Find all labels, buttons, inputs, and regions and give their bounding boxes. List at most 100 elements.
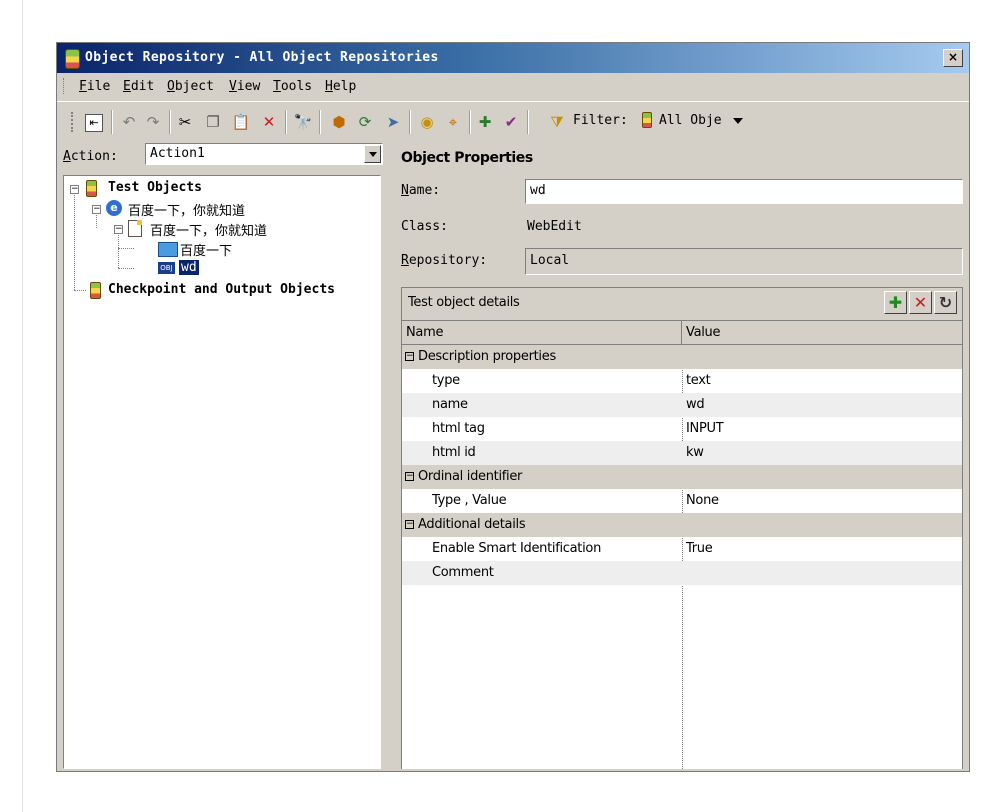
tree-item-checkpoints[interactable]: Checkpoint and Output Objects [108,282,335,297]
copy-icon[interactable]: ❐ [203,112,223,132]
action-value: Action1 [150,146,205,161]
add-object-icon[interactable]: ⬢ [329,112,349,132]
web-button-icon [158,242,178,257]
table-row[interactable]: Comment [402,561,962,585]
remove-property-icon[interactable]: ✕ [909,291,932,314]
column-header-value[interactable]: Value [682,321,962,345]
add-checkpoint-icon[interactable]: ✚ [475,112,495,132]
tree-line [74,290,86,291]
window-title: Object Repository - All Object Repositor… [85,50,439,65]
collapse-icon[interactable]: − [405,472,414,481]
name-field[interactable]: wd [525,179,963,204]
checkpoint-repository-icon [90,282,101,299]
undo-icon[interactable]: ↶ [119,112,139,132]
filter-value: All Obje [659,113,722,128]
delete-icon[interactable]: ✕ [259,112,279,132]
table-row[interactable]: Enable Smart Identification True [402,537,962,561]
repository-value: Local [530,253,570,268]
menu-object[interactable]: Object [167,79,214,94]
property-value: kw [686,445,704,460]
refresh-icon[interactable]: ↻ [934,291,957,314]
filter-dropdown[interactable]: All Obje [637,109,745,133]
toolbar-separator [527,110,529,134]
update-icon[interactable]: ⟳ [355,112,375,132]
toolbar-separator [409,110,411,134]
property-name: Enable Smart Identification [432,541,602,556]
object-properties-title: Object Properties [401,150,533,166]
action-label: Action: [63,149,118,164]
name-label: Name: [401,183,441,198]
tree-line [118,248,134,249]
column-header-name[interactable]: Name [402,321,682,345]
toolbar: ⇤ ↶ ↷ ✂ ❐ 📋 ✕ 🔭 ⬢ ⟳ ➤ ◉ ⌖ ✚ ✔ ⧩ Filter: … [57,101,969,140]
table-row[interactable]: html id kw [402,441,962,465]
toolbar-separator [469,110,471,134]
toolbar-separator [285,110,287,134]
menu-grip [63,78,66,94]
tree-line [118,232,119,268]
group-description-properties[interactable]: − Description properties [402,345,962,369]
close-button[interactable]: × [943,49,963,67]
collapse-icon[interactable]: − [405,352,414,361]
property-name: type [432,373,460,388]
object-tree: − Test Objects − e 百度一下，你就知道 − 百度一下，你就知道… [63,175,381,769]
group-label: Additional details [418,517,526,532]
add-property-icon[interactable]: ✚ [884,291,907,314]
tree-item-button[interactable]: 百度一下 [180,240,232,259]
browser-icon: e [106,200,122,216]
group-ordinal-identifier[interactable]: − Ordinal identifier [402,465,962,489]
find-icon[interactable]: 🔭 [293,112,313,132]
properties-grid: Name Value − Description properties type… [402,320,962,769]
chevron-down-icon[interactable] [364,145,381,163]
chevron-down-icon[interactable] [733,118,743,124]
details-header: Test object details ✚ ✕ ↻ [402,288,962,318]
checkpoint-icon[interactable]: ✔ [501,112,521,132]
table-row[interactable]: type text [402,369,962,393]
property-name: Comment [432,565,494,580]
tree-item-browser[interactable]: 百度一下，你就知道 [128,200,245,219]
table-row[interactable]: Type , Value None [402,489,962,513]
object-repository-window: Object Repository - All Object Repositor… [56,42,970,772]
toolbar-separator [169,110,171,134]
repository-label: Repository: [401,253,488,268]
menu-view[interactable]: View [229,79,260,94]
menu-edit[interactable]: Edit [123,79,154,94]
collapse-icon[interactable]: − [92,205,101,214]
menu-file[interactable]: File [79,79,110,94]
test-object-details-panel: Test object details ✚ ✕ ↻ Name Value − D… [401,287,963,769]
details-title: Test object details [408,295,520,310]
collapse-icon[interactable]: − [405,520,414,529]
property-value: None [686,493,719,508]
property-value: wd [686,397,705,412]
action-dropdown[interactable]: Action1 [145,143,383,165]
tree-item-edit-selected[interactable]: wd [179,260,199,275]
menu-help[interactable]: Help [325,79,356,94]
locate-icon[interactable]: ⌖ [443,112,463,132]
collapse-icon[interactable]: − [114,225,123,234]
tree-item-page[interactable]: 百度一下，你就知道 [150,220,267,239]
property-name: html tag [432,421,485,436]
property-value: INPUT [686,421,724,436]
cut-icon[interactable]: ✂ [175,112,195,132]
navigate-icon[interactable]: ➤ [383,112,403,132]
collapse-icon[interactable]: − [70,185,79,194]
class-value: WebEdit [527,219,582,234]
highlight-icon[interactable]: ◉ [417,112,437,132]
redo-icon[interactable]: ↷ [143,112,163,132]
page-icon [128,220,142,237]
tree-line [96,212,97,228]
repository-icon [642,112,652,128]
web-edit-icon: OBJ [158,262,175,274]
table-row[interactable]: name wd [402,393,962,417]
title-bar[interactable]: Object Repository - All Object Repositor… [57,43,969,73]
table-row[interactable]: html tag INPUT [402,417,962,441]
tree-item-test-objects[interactable]: Test Objects [108,180,202,195]
export-icon[interactable]: ⇤ [85,114,103,132]
paste-icon[interactable]: 📋 [231,112,251,132]
menu-tools[interactable]: Tools [273,79,312,94]
toolbar-grip [71,112,76,132]
property-name: name [432,397,468,412]
group-additional-details[interactable]: − Additional details [402,513,962,537]
filter-icon[interactable]: ⧩ [547,112,567,132]
property-name: html id [432,445,476,460]
